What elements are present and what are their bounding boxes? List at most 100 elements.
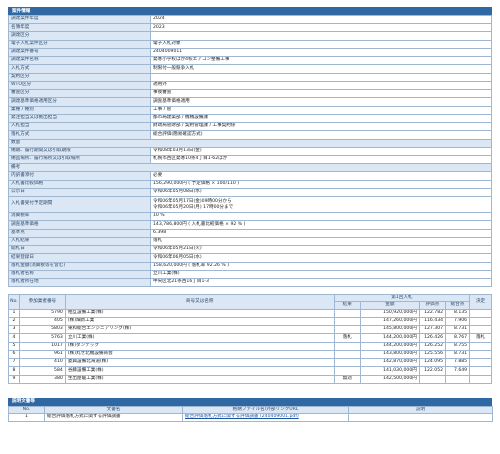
row-no: 1 [8,308,20,318]
eval-score: 125.556 [418,349,447,360]
docs-section: 説明文書等 No. 文書名 格納ファイル名/外部リンクURL 説明 1 総合評価落… [8,397,493,422]
info-value: 156,290,000円 ( 予定価格 × 100/110 ) [150,179,492,189]
participant-number: 5790 [18,308,66,318]
info-value: 6.398 [150,228,492,238]
bid-amount: 143,800,000円 [359,349,420,360]
bid-result [333,316,361,327]
info-row: 調達案件年度 2024 [8,14,492,25]
info-row: 消費税率 10 % [8,212,492,222]
info-row: 落札者名称 立川工業(株) [8,269,492,280]
participant-number: 380 [18,374,66,384]
case-info-title: 案件情報 [8,7,492,15]
info-value: 令和06年05月08日(水) [150,187,492,198]
total-score: 8.767 [445,333,471,343]
info-label: 審査区分 [8,89,151,99]
info-value: 令和08年03月13日(金) [150,146,492,156]
docs-table: No. 文書名 格納ファイル名/外部リンクURL 説明 1 総合評価落札方式に関す… [8,405,493,422]
info-row: 落札方式 総合評価(簡易確認方式) [8,130,492,140]
info-row: 名簿年度 2023 [8,23,492,33]
row-no: 6 [8,349,20,360]
info-row: 調達基準価格適用区分 調査基準価格適用 [8,97,492,107]
bid-amount: 141,030,000円 [359,366,420,376]
info-value: 事後審査 [150,89,492,99]
page: 案件情報 調達案件年度 2024 名簿年度 2023 調達区分 電子入札案件区分 電子入札対… [8,7,493,422]
info-value: 制限付一般競争入札 [150,64,492,74]
bid-result: 無効 [333,374,361,384]
info-row: WTO区分 適用外 [8,80,492,91]
decision [469,349,492,360]
info-value: 令和06年06月05日(水) [150,253,492,263]
info-value: 発寒小学校ほか4校エアコン整備工事 [150,56,492,66]
bid-amount: 142,870,000円 [359,358,420,368]
eval-score: 126.426 [418,333,447,343]
participant-number: 5763 [18,333,66,343]
info-value [150,72,492,82]
info-row: 契約区分 [8,72,492,82]
table-row: 1 5790 相互設備工業(株) 150,920,000円 122.782 8.135 [8,308,492,318]
docs-file-cell: 総合評価落札方式に関する評価調書 (240409001.pdf) [182,412,349,422]
info-row: 業種 / 種別 工事 / 管 [8,105,492,115]
bid-result [333,325,361,335]
info-row: 結果登録日 令和06年06月05日(水) [8,253,492,263]
total-score: 8.135 [445,308,471,318]
info-section-label: 数量 [8,138,492,148]
total-score [445,374,471,384]
bid-result [333,308,361,318]
info-value: 158,620,000円 ( 落札率 92.26 % ) [150,261,492,271]
info-value: 落札 [150,236,492,247]
info-label: 落札者所在地 [8,278,151,288]
info-label: 調達案件番号 [8,47,151,58]
bid-result [333,366,361,376]
docs-description [348,412,493,422]
total-score: 7.906 [445,316,471,327]
docs-col-name: 文書名 [44,405,183,414]
bid-result [333,341,361,351]
info-label: 落札金額(消費税等を含む) [8,261,151,271]
participant-number: 405 [18,316,66,327]
info-label: 結果登録日 [8,253,151,263]
col-eval-score: 評価点 [418,301,447,310]
info-value: 中央区北21条西16丁目1-3 [150,278,492,288]
info-label: 入札方式 [8,64,151,74]
info-label: 納品場所、履行場所又は引取場所 [8,154,151,165]
info-value: 2023 [150,23,492,33]
docs-file-link[interactable]: 総合評価落札方式に関する評価調書 (240409001.pdf) [185,414,299,419]
info-row: 入札方式 制限付一般競争入札 [8,64,492,74]
info-label: 基準点 [8,228,151,238]
table-row: 2 405 (株)畑新工業 147,260,000円 116.434 7.906 [8,316,492,327]
docs-name: 総合評価落札方式に関する評価調書 [44,412,183,422]
bid-results-table: No. 参加業者番号 商号又は名称 第1回入札 決定 結果 金額 評価点 総合点… [8,294,492,384]
col-participant-number: 参加業者番号 [18,294,66,310]
info-label: WTO区分 [8,80,151,91]
info-value: 総合評価(簡易確認方式) [150,130,492,140]
row-no: 8 [8,366,20,376]
info-row: 入札書比較価格 156,290,000円 ( 予定価格 × 100/110 ) [8,179,492,189]
info-row: 公示日 令和06年05月08日(水) [8,187,492,198]
info-section-label: 備考 [8,163,492,173]
info-value: 財政局管財部 / 契約管理課 / 工事契約係 [150,122,492,132]
info-value: 調査基準価格適用 [150,97,492,107]
docs-col-description: 説明 [348,405,493,414]
docs-row: 1 総合評価落札方式に関する評価調書 総合評価落札方式に関する評価調書 (24040… [8,412,493,422]
info-label: 入札結果 [8,236,151,247]
info-label: 発注担当又は拠出担当 [8,113,151,124]
info-label: 調達基準価格適用区分 [8,97,151,107]
info-row: 審査区分 事後審査 [8,89,492,99]
info-row: 備考 [8,163,492,173]
info-row: 調達案件番号 2404009011 [8,47,492,58]
col-no: No. [8,294,20,310]
participant-number: 584 [18,366,66,376]
info-label: 消費税率 [8,212,151,222]
col-total-score: 総合点 [445,301,471,310]
info-label: 落札方式 [8,130,151,140]
participant-number: 1017 [18,341,66,351]
info-value: 143,786,800円 ( 入札書比較価格 × 92 % ) [150,220,492,230]
col-company-name: 商号又は名称 [64,294,335,310]
company-name: (株)畑新工業 [64,316,335,327]
info-label: 調達区分 [8,31,151,41]
participant-number: 410 [18,358,66,368]
eval-score: 127.307 [418,325,447,335]
info-row: 調査基準価格 143,786,800円 ( 入札書比較価格 × 92 % ) [8,220,492,230]
info-row: 落札者所在地 中央区北21条西16丁目1-3 [8,278,492,288]
info-row: 入札結果 落札 [8,236,492,247]
